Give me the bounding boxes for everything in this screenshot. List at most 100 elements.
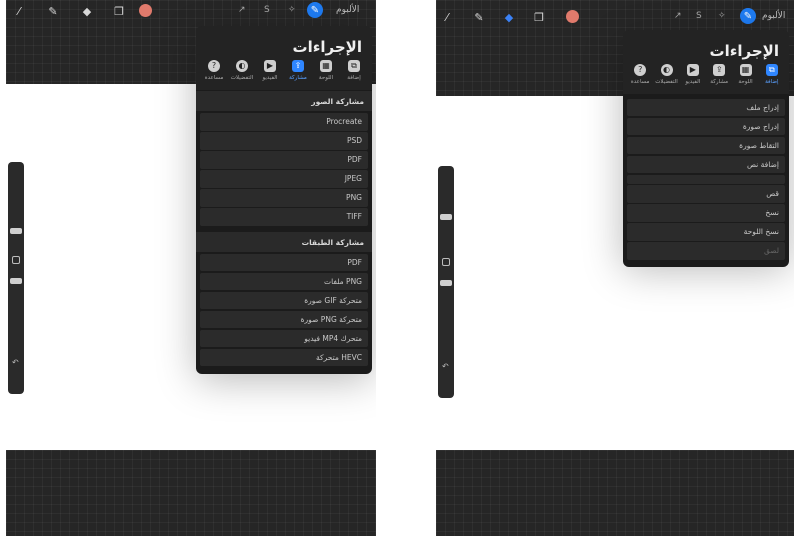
- tab-add[interactable]: ⧉ إضافة: [759, 64, 785, 92]
- help-icon: ?: [634, 64, 647, 76]
- panel-title: الإجراءات: [709, 42, 779, 60]
- undo-icon[interactable]: ↶: [442, 362, 449, 371]
- bottom-area: [436, 450, 794, 536]
- menu-item[interactable]: نسخ اللوحة: [627, 223, 785, 241]
- brush-size-thumb[interactable]: [10, 228, 22, 234]
- menu-item: لصق: [627, 242, 785, 260]
- tab-help[interactable]: ? مساعدة: [627, 64, 653, 92]
- selection-icon[interactable]: S: [696, 11, 702, 21]
- help-icon: ?: [208, 60, 220, 72]
- section-header-images: مشاركة الصور: [196, 91, 372, 111]
- bottom-area: [6, 450, 376, 536]
- section-header-layers: مشاركة الطبقات: [196, 231, 372, 252]
- opacity-thumb[interactable]: [440, 280, 452, 286]
- actions-panel: الإجراءات ⧉ إضافة ▦ اللوحة ⇪ مشاركة ▶ الفيديو ◐ ا…: [623, 30, 789, 267]
- opacity-thumb[interactable]: [10, 278, 22, 284]
- screen-add-menu: ⁄ ✎ ◆ ❐ ↗ S ✧ ✎ الألبوم ↶ الإجراءات ⧉ إضا…: [436, 0, 794, 536]
- tab-label: الفيديو: [262, 75, 278, 81]
- tab-label: إضافة: [347, 75, 361, 81]
- adjustments-icon[interactable]: ✧: [288, 5, 296, 15]
- tab-prefs[interactable]: ◐ التفضيلات: [228, 60, 256, 88]
- color-picker[interactable]: [139, 4, 152, 17]
- brush-icon[interactable]: ⁄: [12, 4, 26, 18]
- add-menu: إدراج ملف إدراج صورة التقاط صورة إضافة نص ق…: [623, 94, 789, 267]
- brush-icon[interactable]: ⁄: [440, 10, 454, 24]
- menu-item[interactable]: التقاط صورة: [627, 136, 785, 154]
- prefs-icon: ◐: [660, 64, 673, 76]
- tab-share[interactable]: ⇪ مشاركة: [284, 60, 312, 88]
- canvas-icon: ▦: [739, 64, 752, 76]
- menu-item[interactable]: Procreate: [200, 113, 368, 131]
- side-slider-bar[interactable]: ↶: [8, 162, 24, 394]
- prefs-icon: ◐: [236, 60, 248, 72]
- menu-item[interactable]: TIFF: [200, 208, 368, 226]
- share-icon: ⇪: [713, 64, 726, 76]
- color-picker[interactable]: [566, 10, 579, 23]
- menu-separator: [627, 174, 785, 184]
- menu-item[interactable]: PSD: [200, 132, 368, 150]
- menu-item[interactable]: فيديو MP4 متحرك: [200, 329, 368, 347]
- eraser-icon[interactable]: ◆: [502, 10, 516, 24]
- tab-label: مساعدة: [630, 79, 650, 85]
- gallery-button[interactable]: الألبوم: [762, 11, 785, 21]
- brush-size-thumb[interactable]: [440, 214, 452, 220]
- tab-help[interactable]: ? مساعدة: [200, 60, 228, 88]
- tab-video[interactable]: ▶ الفيديو: [680, 64, 706, 92]
- toolbar: ⁄ ✎ ◆ ❐ ↗ S ✧ ✎ الألبوم: [6, 0, 376, 22]
- tab-label: التفضيلات: [230, 75, 254, 81]
- add-icon: ⧉: [348, 60, 360, 72]
- menu-item[interactable]: صورة GIF متحركة: [200, 291, 368, 309]
- actions-tabs: ⧉ إضافة ▦ اللوحة ⇪ مشاركة ▶ الفيديو ◐ التفضيلات? م…: [196, 60, 372, 88]
- menu-item[interactable]: قص: [627, 185, 785, 203]
- menu-item[interactable]: إدراج صورة: [627, 117, 785, 135]
- actions-tabs: ⧉ إضافة ▦ اللوحة ⇪ مشاركة ▶ الفيديو ◐ التفضيلات? م…: [623, 64, 789, 92]
- menu-item[interactable]: PDF: [200, 151, 368, 169]
- tab-add[interactable]: ⧉ إضافة: [340, 60, 368, 88]
- menu-item[interactable]: متحركة HEVC: [200, 348, 368, 366]
- transform-icon[interactable]: ↗: [674, 11, 682, 21]
- video-icon: ▶: [686, 64, 699, 76]
- tab-label: الفيديو: [685, 79, 701, 85]
- actions-panel: الإجراءات ⧉ إضافة ▦ اللوحة ⇪ مشاركة ▶ الفيديو ◐ ا…: [196, 26, 372, 374]
- smudge-icon[interactable]: ✎: [46, 4, 60, 18]
- adjustments-icon[interactable]: ✧: [718, 11, 726, 21]
- tab-label: مشاركة: [289, 75, 307, 81]
- panel-title: الإجراءات: [292, 38, 362, 56]
- tab-prefs[interactable]: ◐ التفضيلات: [653, 64, 679, 92]
- tab-label: مشاركة: [710, 79, 729, 85]
- menu-item[interactable]: ملفات PNG: [200, 272, 368, 290]
- menu-item[interactable]: PDF: [200, 253, 368, 271]
- menu-item[interactable]: إدراج ملف: [627, 98, 785, 116]
- side-slider-bar[interactable]: ↶: [438, 166, 454, 398]
- menu-item[interactable]: PNG: [200, 189, 368, 207]
- actions-wrench-icon[interactable]: ✎: [307, 2, 323, 18]
- tab-label: إضافة: [765, 79, 779, 85]
- share-icon: ⇪: [292, 60, 304, 72]
- menu-item[interactable]: نسخ: [627, 204, 785, 222]
- tab-video[interactable]: ▶ الفيديو: [256, 60, 284, 88]
- actions-wrench-icon[interactable]: ✎: [740, 8, 756, 24]
- screen-share-menu: ⁄ ✎ ◆ ❐ ↗ S ✧ ✎ الألبوم ↶ الإجراءات ⧉ إضا…: [6, 0, 376, 536]
- tab-canvas[interactable]: ▦ اللوحة: [732, 64, 758, 92]
- toolbar: ⁄ ✎ ◆ ❐ ↗ S ✧ ✎ الألبوم: [436, 6, 794, 28]
- tab-label: اللوحة: [318, 75, 334, 81]
- menu-item[interactable]: صورة PNG متحركة: [200, 310, 368, 328]
- selection-icon[interactable]: S: [264, 5, 270, 15]
- tab-share[interactable]: ⇪ مشاركة: [706, 64, 732, 92]
- add-icon: ⧉: [765, 64, 778, 76]
- modify-button[interactable]: [442, 258, 450, 266]
- undo-icon[interactable]: ↶: [12, 358, 19, 367]
- menu-item[interactable]: إضافة نص: [627, 155, 785, 173]
- gallery-button[interactable]: الألبوم: [336, 5, 359, 15]
- modify-button[interactable]: [12, 256, 20, 264]
- layers-icon[interactable]: ❐: [112, 4, 126, 18]
- smudge-icon[interactable]: ✎: [472, 10, 486, 24]
- tab-label: اللوحة: [738, 79, 753, 85]
- transform-icon[interactable]: ↗: [238, 5, 246, 15]
- menu-item[interactable]: JPEG: [200, 170, 368, 188]
- tab-label: مساعدة: [204, 75, 224, 81]
- eraser-icon[interactable]: ◆: [80, 4, 94, 18]
- share-menu: مشاركة الصور Procreate PSD PDF JPEG PNG TIFF …: [196, 90, 372, 374]
- layers-icon[interactable]: ❐: [532, 10, 546, 24]
- tab-canvas[interactable]: ▦ اللوحة: [312, 60, 340, 88]
